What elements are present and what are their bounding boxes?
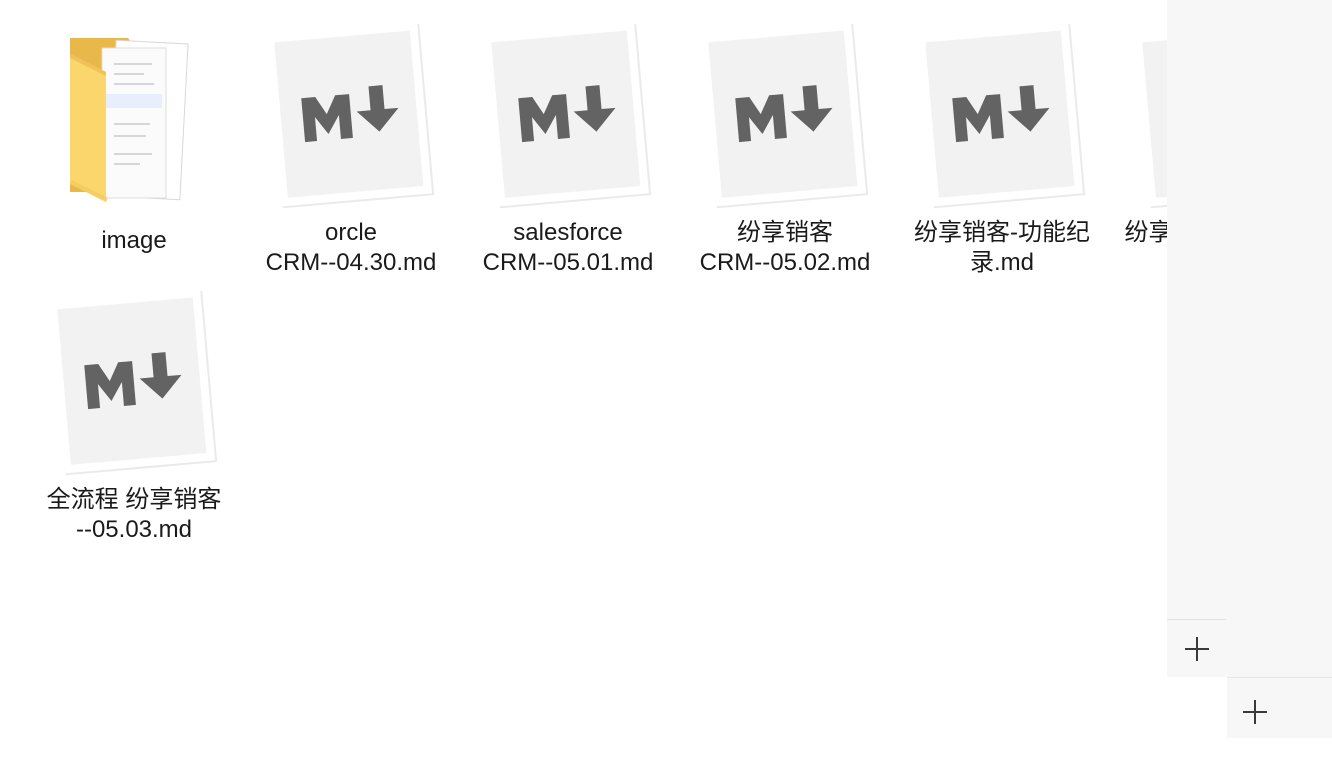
file-name: 全流程 纷享销客 --05.03.md — [46, 486, 222, 543]
file-item-markdown[interactable]: 纷享销客-功能纪 录.md — [902, 16, 1102, 278]
side-panel — [1167, 0, 1332, 677]
file-item-markdown[interactable]: salesforce CRM--05.01.md — [468, 16, 668, 278]
markdown-file-icon — [685, 16, 885, 216]
plus-icon — [1184, 637, 1209, 661]
plus-icon — [1243, 700, 1267, 724]
markdown-file-icon — [251, 16, 451, 216]
markdown-file-icon — [34, 283, 234, 483]
file-item-markdown[interactable]: 全流程 纷享销客 --05.03.md — [34, 283, 234, 545]
folder-icon — [34, 24, 234, 224]
file-grid: image orcle CRM--04.30.md salesforce CRM… — [0, 0, 1167, 767]
markdown-file-icon — [1119, 16, 1167, 216]
file-name: image — [101, 227, 167, 254]
markdown-file-icon — [902, 16, 1102, 216]
desktop-window: image orcle CRM--04.30.md salesforce CRM… — [0, 0, 1332, 767]
file-item-image-folder[interactable]: image — [34, 24, 234, 256]
file-name: salesforce CRM--05.01.md — [482, 219, 654, 276]
file-name: orcle CRM--04.30.md — [265, 219, 437, 276]
markdown-file-icon — [468, 16, 668, 216]
file-item-markdown[interactable]: 纷享 — [1119, 16, 1167, 248]
add-button[interactable] — [1227, 684, 1283, 740]
file-name: 纷享 — [1124, 219, 1168, 246]
file-name: 纷享销客 CRM--05.02.md — [699, 219, 871, 276]
file-item-markdown[interactable]: 纷享销客 CRM--05.02.md — [685, 16, 885, 278]
file-name: 纷享销客-功能纪 录.md — [914, 219, 1090, 276]
file-item-markdown[interactable]: orcle CRM--04.30.md — [251, 16, 451, 278]
add-button[interactable] — [1167, 619, 1226, 678]
